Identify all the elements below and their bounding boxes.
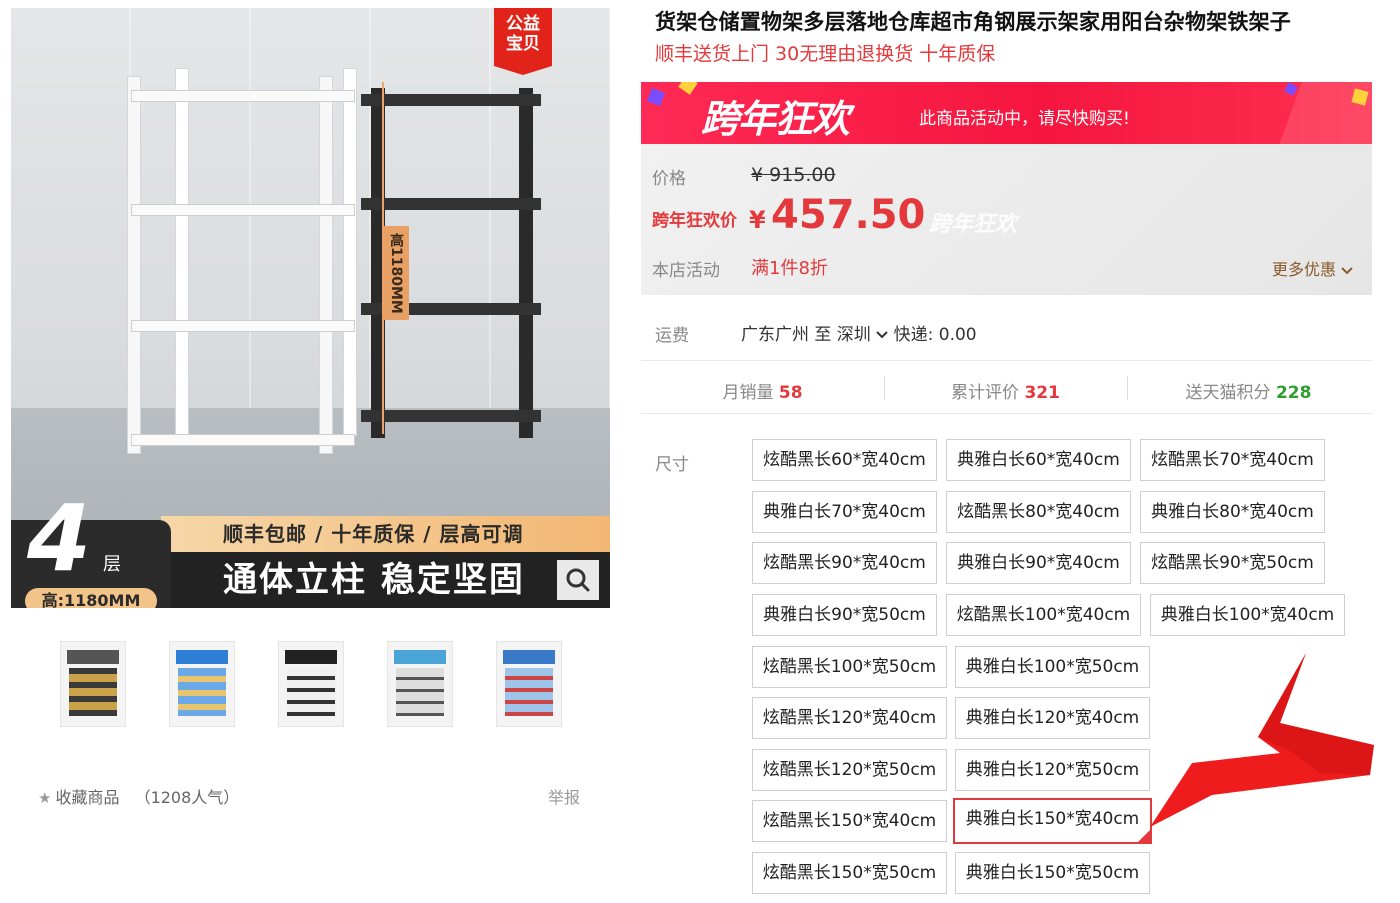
layer-count-number: 4 [27, 485, 92, 592]
promo-banner: 跨年狂欢 此商品活动中，请尽快购买! [641, 82, 1372, 144]
size-option[interactable]: 典雅白长100*宽40cm [1150, 594, 1345, 636]
size-option[interactable]: 典雅白长150*宽50cm [955, 852, 1150, 894]
size-option[interactable]: 炫酷黑长120*宽40cm [752, 697, 947, 739]
monthly-sales: 月销量 58 [641, 378, 884, 403]
banner-cube [1284, 82, 1298, 96]
height-pill: 高:1180MM [25, 588, 157, 608]
tmall-points: 送天猫积分 228 [1127, 378, 1370, 403]
shop-promo-label: 本店活动 [652, 261, 720, 281]
more-discounts-link[interactable]: 更多优惠 [1272, 256, 1353, 280]
size-option[interactable]: 炫酷黑长90*宽40cm [752, 542, 937, 584]
size-option-selected[interactable]: 典雅白长150*宽40cm [953, 798, 1152, 844]
size-option[interactable]: 典雅白长60*宽40cm [946, 439, 1131, 481]
banner-cube [678, 82, 698, 95]
size-option[interactable]: 典雅白长120*宽50cm [955, 749, 1150, 791]
size-option[interactable]: 炫酷黑长150*宽40cm [752, 800, 947, 842]
annotation-arrow-icon [1150, 653, 1374, 827]
thumbnail-3[interactable] [278, 641, 344, 727]
white-shelf-illustration [123, 68, 363, 456]
promo-price-label: 跨年狂欢价 [652, 211, 737, 231]
product-subtitle: 顺丰送货上门 30无理由退换货 十年质保 [655, 43, 996, 65]
favorite-link[interactable]: ★ 收藏商品 （1208人气） [38, 784, 239, 808]
size-option[interactable]: 炫酷黑长70*宽40cm [1140, 439, 1325, 481]
tmall-points-label: 送天猫积分 [1185, 383, 1271, 403]
product-main-image[interactable]: 高1180MM 公益 宝贝 顺丰包邮 / 十年质保 / 层高可调 通体立柱 稳定… [11, 8, 610, 608]
layer-count-unit: 层 [103, 554, 121, 575]
review-count[interactable]: 累计评价 321 [884, 378, 1127, 403]
report-link[interactable]: 举报 [548, 784, 580, 808]
size-option[interactable]: 炫酷黑长150*宽50cm [752, 852, 947, 894]
size-option[interactable]: 炫酷黑长100*宽40cm [946, 594, 1141, 636]
product-title: 货架仓储置物架多层落地仓库超市角钢展示架家用阳台杂物架铁架子 [655, 10, 1291, 34]
promo-name: 跨年狂欢 [701, 97, 850, 141]
size-option[interactable]: 典雅白长90*宽40cm [946, 542, 1131, 584]
stats-row: 月销量 58 累计评价 321 送天猫积分 228 [641, 362, 1372, 414]
review-count-value: 321 [1024, 383, 1060, 403]
size-option[interactable]: 炫酷黑长100*宽50cm [752, 646, 947, 688]
layer-count-box: 4 层 高:1180MM [11, 485, 171, 608]
size-label: 尺寸 [655, 455, 689, 475]
shipping-label: 运费 [655, 326, 689, 346]
shipping-info: 广东广州 至 深圳 快递: 0.00 [741, 320, 977, 345]
currency-symbol: ¥ [749, 206, 766, 234]
shop-promo-value: 满1件8折 [751, 258, 828, 279]
thumbnail-5[interactable] [496, 641, 562, 727]
size-option-selected-label: 典雅白长150*宽40cm [965, 809, 1140, 829]
original-price: ¥ 915.00 [751, 164, 836, 186]
size-option[interactable]: 炫酷黑长90*宽50cm [1140, 542, 1325, 584]
size-option[interactable]: 典雅白长120*宽40cm [955, 697, 1150, 739]
favorite-count: （1208人气） [134, 788, 240, 807]
black-shelf-illustration [341, 88, 541, 438]
thumbnail-2[interactable] [169, 641, 235, 727]
promo-message: 此商品活动中，请尽快购买! [919, 109, 1130, 129]
height-tag: 高1180MM [383, 226, 409, 320]
price-label: 价格 [652, 169, 686, 189]
banner-cube [647, 88, 665, 106]
shipping-route[interactable]: 广东广州 至 深圳 [741, 325, 871, 345]
review-count-label: 累计评价 [951, 383, 1020, 403]
thumbnail-1[interactable] [60, 641, 126, 727]
size-option[interactable]: 典雅白长90*宽50cm [752, 594, 937, 636]
chevron-down-icon [1341, 266, 1353, 274]
size-option[interactable]: 典雅白长70*宽40cm [752, 491, 937, 533]
zoom-button[interactable] [557, 560, 599, 600]
size-option[interactable]: 炫酷黑长120*宽50cm [752, 749, 947, 791]
charity-badge-line1: 公益 [506, 14, 540, 34]
promo-watermark: 跨年狂欢 [929, 212, 1018, 237]
shipping-fee: 快递: 0.00 [893, 325, 977, 345]
star-icon: ★ [38, 789, 52, 807]
charity-badge-line2: 宝贝 [506, 34, 540, 54]
shipping-row: 运费 广东广州 至 深圳 快递: 0.00 [641, 305, 1372, 361]
size-option[interactable]: 典雅白长100*宽50cm [955, 646, 1150, 688]
magnifier-icon [566, 568, 590, 592]
thumbnail-4[interactable] [387, 641, 453, 727]
feature-band: 顺丰包邮 / 十年质保 / 层高可调 通体立柱 稳定坚固 4 层 高:1180M… [11, 485, 610, 608]
chevron-down-icon[interactable] [876, 330, 888, 340]
feature-band-main: 通体立柱 稳定坚固 [161, 552, 610, 608]
charity-badge: 公益 宝贝 [494, 8, 552, 75]
feature-band-top: 顺丰包邮 / 十年质保 / 层高可调 [161, 516, 610, 552]
size-option[interactable]: 炫酷黑长60*宽40cm [752, 439, 937, 481]
tmall-points-value: 228 [1275, 383, 1312, 403]
size-option[interactable]: 炫酷黑长80*宽40cm [946, 491, 1131, 533]
price-panel: 价格 ¥ 915.00 跨年狂欢价 ¥ 457.50 跨年狂欢 本店活动 满1件… [641, 144, 1372, 295]
promo-price: 457.50 [771, 192, 926, 238]
more-discounts-label: 更多优惠 [1272, 260, 1337, 279]
favorite-label: 收藏商品 [55, 788, 120, 807]
monthly-sales-label: 月销量 [722, 383, 774, 403]
monthly-sales-value: 58 [778, 383, 803, 403]
size-option[interactable]: 典雅白长80*宽40cm [1140, 491, 1325, 533]
